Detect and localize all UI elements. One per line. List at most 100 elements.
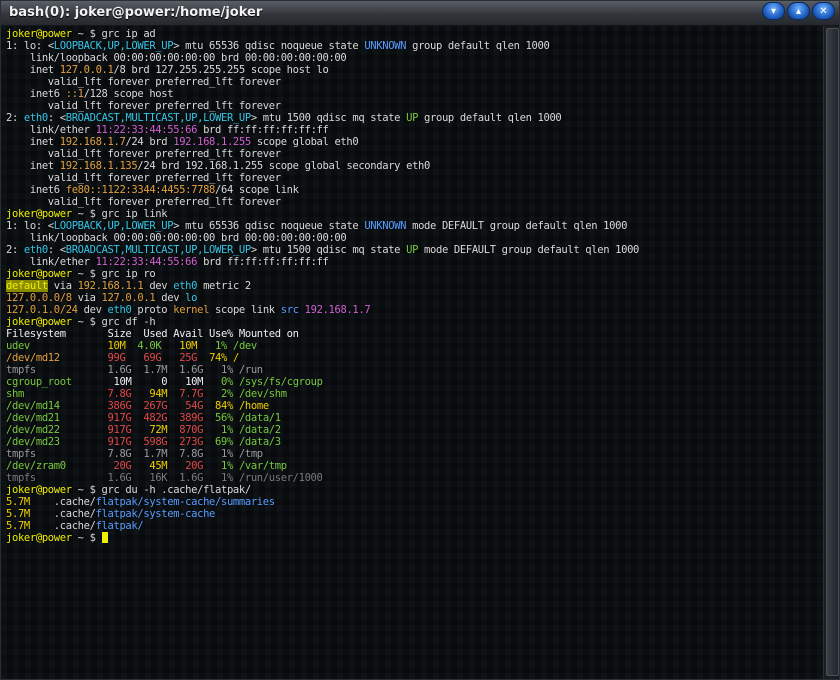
terminal-text: udev [6,340,30,352]
scrollbar[interactable] [823,26,839,679]
terminal-text: group default qlen 1000 [418,112,562,124]
terminal-text: UNKNOWN [364,220,407,232]
terminal-text: 192.168.1.1 [77,280,144,292]
terminal-line: valid_lft forever preferred_lft forever [6,148,639,160]
terminal-text: UP [406,244,419,256]
terminal-text: 10M [179,340,198,352]
terminal-line: 5.7M .cache/flatpak/system-cache [6,508,639,520]
terminal-text: /home [238,400,269,412]
terminal-text: inet6 [6,184,66,196]
terminal-text: dev [77,304,108,316]
terminal-text: 598G [143,436,168,448]
terminal-text: 2: [6,244,24,256]
terminal-text: 5.7M [6,520,30,532]
terminal-text: BROADCAST,MULTICAST,UP,LOWER_UP [65,112,251,124]
terminal-text: link/ether [6,124,96,136]
terminal-text: 25G [179,352,198,364]
terminal-text: 10M [113,376,132,388]
minimize-icon[interactable]: ▾ [762,2,785,20]
terminal-text: 94M [149,388,168,400]
title-bar[interactable]: bash(0): joker@power:/home/joker ▾ ▴ ✕ [1,1,839,26]
terminal-text: .cache/ [29,508,96,520]
terminal-text: scope global eth0 [250,136,359,148]
terminal-text: /data/3 [238,436,281,448]
terminal-text: 192.168.1.7 [59,136,126,148]
terminal-line: joker@power ~ $ grc ip ro [6,268,639,280]
terminal-text: 56% [203,412,239,424]
terminal-line: default via 192.168.1.1 dev eth0 metric … [6,280,639,292]
terminal-text: dev [155,292,186,304]
terminal-text: default [6,280,48,292]
terminal-text: /dev/shm [238,388,287,400]
terminal-text: ~ $ [71,532,102,544]
terminal-line: 127.0.1.0/24 dev eth0 proto kernel scope… [6,304,639,316]
terminal-text: tmpfs 1.6G 16K 1.6G 1% /run/user/1000 [6,472,323,484]
scrollbar-thumb[interactable] [826,28,839,676]
terminal-line: valid_lft forever preferred_lft forever [6,76,639,88]
terminal-text: 2% [203,388,239,400]
terminal-text: ~ $ grc ip ad [71,28,156,40]
terminal-line: valid_lft forever preferred_lft forever [6,172,639,184]
terminal-line: valid_lft forever preferred_lft forever [6,100,639,112]
terminal-text: 192.168.1.7 [304,304,371,316]
terminal-text: /8 brd 127.255.255.255 scope host lo [113,64,329,76]
terminal-text: 7.8G [107,388,132,400]
terminal-text: 386G [107,400,132,412]
terminal-text: ~ $ grc df -h [71,316,156,328]
terminal-text: /128 scope host [83,88,174,100]
terminal-text: 5.7M [6,508,30,520]
terminal-line: cgroup_root 10M 0 10M 0% /sys/fs/cgroup [6,376,639,388]
terminal-text: shm [6,388,24,400]
terminal-text: 4.0K [137,340,162,352]
terminal-text: joker@power [6,28,72,40]
terminal-output[interactable]: joker@power ~ $ grc ip ad 1: lo: <LOOPBAC… [1,26,823,679]
terminal-text: brd ff:ff:ff:ff:ff:ff [197,256,329,268]
terminal-text: BROADCAST,MULTICAST,UP,LOWER_UP [65,244,251,256]
terminal-text: /var/tmp [238,460,287,472]
terminal-text: > mtu 65536 qdisc noqueue state [173,220,365,232]
terminal-text: 69% [203,436,239,448]
terminal-text: 917G [107,424,132,436]
terminal-text: valid_lft forever preferred_lft forever [6,148,281,160]
maximize-icon[interactable]: ▴ [787,2,810,20]
terminal-line: inet6 ::1/128 scope host [6,88,639,100]
terminal-line: tmpfs 1.6G 16K 1.6G 1% /run/user/1000 [6,472,639,484]
terminal-text: 192.168.1.255 [173,136,251,148]
close-icon[interactable]: ✕ [812,2,835,20]
terminal-text: via [47,280,78,292]
terminal-text: /24 brd 192.168.1.255 scope global secon… [137,160,430,172]
terminal-text: ~ $ grc ip link [71,208,168,220]
terminal-line: /dev/md22 917G 72M 870G 1% /data/2 [6,424,639,436]
terminal-line: tmpfs 1.6G 1.7M 1.6G 1% /run [6,364,639,376]
terminal-text: 10M [107,340,126,352]
terminal-text: flatpak/ [95,520,144,532]
terminal-line: joker@power ~ $ grc ip link [6,208,639,220]
terminal-text: lo [185,292,198,304]
terminal-text: > mtu 65536 qdisc noqueue state [173,40,365,52]
terminal-text: link/loopback 00:00:00:00:00:00 brd 00:0… [6,52,347,64]
terminal-line: inet 192.168.1.7/24 brd 192.168.1.255 sc… [6,136,639,148]
terminal-text: tmpfs 7.8G 1.7M 7.8G 1% /tmp [6,448,263,460]
terminal-line: valid_lft forever preferred_lft forever [6,196,639,208]
terminal-text: mode DEFAULT group default qlen 1000 [406,220,628,232]
terminal-line: joker@power ~ $ grc ip ad [6,28,639,40]
terminal-line: /dev/md12 99G 69G 25G 74% / [6,352,639,364]
terminal-text: 10M [185,376,204,388]
terminal-text: tmpfs 1.6G 1.7M 1.6G 1% /run [6,364,263,376]
terminal-line: /dev/md23 917G 598G 273G 69% /data/3 [6,436,639,448]
terminal-text: .cache/ [29,496,96,508]
